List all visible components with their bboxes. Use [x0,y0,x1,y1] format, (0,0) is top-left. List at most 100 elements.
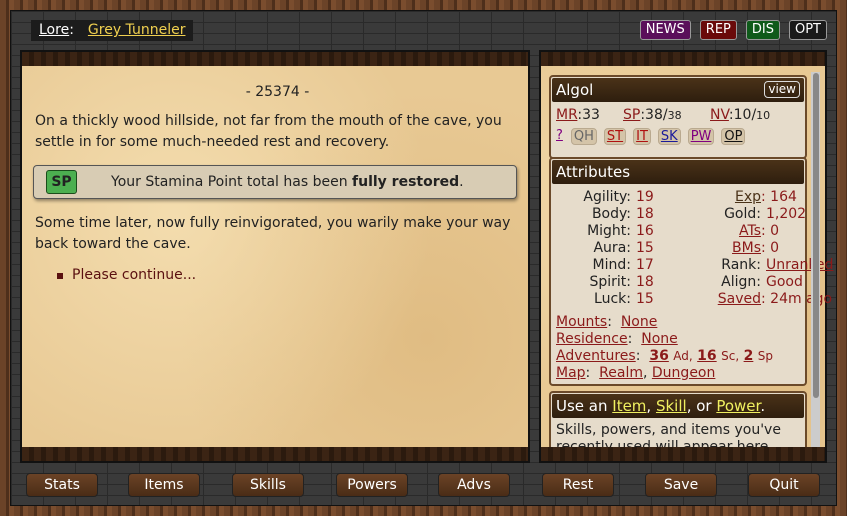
attr-value: 17 [636,257,654,273]
dis-button[interactable]: DIS [745,20,780,40]
nav-button-save[interactable]: Save [645,473,717,497]
lore-sep: : [69,22,74,38]
stat-label: Rank: [721,257,761,273]
wood-edge [22,447,528,461]
attr-value: 18 [636,206,654,222]
rep-button[interactable]: REP [699,20,737,40]
sc-label: Sc, [721,349,740,363]
stat-value[interactable]: Unranked [761,257,847,274]
story-paragraph: On a thickly wood hillside, not far from… [35,113,502,150]
scroll-thumb[interactable] [812,73,819,398]
scrollbar[interactable] [811,72,820,457]
ad-label: Ad, [673,349,693,363]
pw-button[interactable]: PW [687,128,715,145]
continue-label[interactable]: Please continue... [72,265,196,286]
lore-value[interactable]: Grey Tunneler [88,20,186,41]
character-name: Algol [556,81,594,99]
attr-value: 15 [636,240,654,256]
attr-value: 16 [636,223,654,239]
adventures-link[interactable]: Adventures [556,348,636,364]
attr-label: Might: [587,223,631,239]
opt-button[interactable]: OPT [788,20,827,40]
entry-number: - 25374 - [245,84,310,100]
stat-value: Good [766,274,803,290]
power-link[interactable]: Power [716,397,760,415]
adv-sp[interactable]: 2 [744,348,754,364]
stat-label: Gold: [724,206,761,222]
stat-label[interactable]: Exp [683,189,761,206]
nav-button-advs[interactable]: Advs [438,473,510,497]
notice-bold: fully restored [352,173,460,190]
map-link[interactable]: Map [556,365,586,381]
view-button[interactable]: view [764,81,800,98]
stat-label: Align: [721,274,761,290]
continue-link[interactable]: Please continue... [57,265,520,286]
notice-text: Your Stamina Point total has been [111,173,353,190]
nav-button-quit[interactable]: Quit [748,473,820,497]
mr-link[interactable]: MR [556,107,577,123]
mounts-link[interactable]: Mounts [556,314,607,330]
residence-value[interactable]: None [641,331,678,347]
nav-button-items[interactable]: Items [128,473,200,497]
sp-link[interactable]: SP [623,107,640,123]
character-panel: Algol view MR:33 SP:38/38 NV:10/10 ? QH S… [539,50,833,463]
nv-value: :10/ [728,107,757,123]
item-link[interactable]: Item [612,397,646,415]
realm-link[interactable]: Realm [599,365,643,381]
attributes-card: Attributes Agility: 19 Exp: 164 Body: 18 Gold… [549,157,833,386]
stat-label[interactable]: BMs [683,240,761,257]
nav-button-stats[interactable]: Stats [26,473,98,497]
dungeon-link[interactable]: Dungeon [652,365,715,381]
stat-value: : 0 [761,223,780,239]
attr-value: 18 [636,274,654,290]
stat-label[interactable]: ATs [683,223,761,240]
attr-label: Agility: [583,189,631,205]
lore-label[interactable]: Lore [39,22,69,38]
nav-button-rest[interactable]: Rest [542,473,614,497]
story-panel: - 25374 - On a thickly wood hillside, no… [20,50,530,463]
residence-link[interactable]: Residence [556,331,628,347]
attr-value: 15 [636,291,654,307]
nav-button-powers[interactable]: Powers [336,473,408,497]
sk-button[interactable]: SK [657,128,681,145]
stat-value: 1,202 [766,206,807,222]
notice-end: . [459,173,464,190]
st-button[interactable]: ST [603,128,627,145]
attributes-title: Attributes [552,160,804,184]
mr-value: :33 [577,107,600,123]
stat-value: : 164 [761,189,797,205]
skill-link[interactable]: Skill [656,397,687,415]
use-pre: Use an [556,397,613,415]
attr-label: Spirit: [589,274,631,290]
attributes-grid: Agility: 19 Exp: 164 Body: 18 Gold: 1,202 Might… [551,185,833,308]
sp-max: 38 [667,109,682,122]
lore-bar: Lore: Grey Tunneler [31,20,194,41]
top-buttons: NEWS REP DIS OPT [639,20,827,40]
adv-ad[interactable]: 36 [649,348,668,364]
attr-label: Aura: [593,240,631,256]
nav-button-skills[interactable]: Skills [232,473,304,497]
news-button[interactable]: NEWS [639,20,691,40]
use-or: , or [686,397,717,415]
mounts-value[interactable]: None [621,314,658,330]
help-link[interactable]: ? [556,128,563,145]
it-button[interactable]: IT [633,128,651,145]
sp-value: :38/ [640,107,668,123]
sp-badge: SP [46,170,77,194]
stat-label[interactable]: Saved [683,291,761,308]
story-paragraph-2: Some time later, now fully reinvigorated… [35,215,511,252]
attr-label: Body: [591,206,631,222]
wood-edge [22,52,528,66]
qh-button[interactable]: QH [570,128,597,145]
nv-max: 10 [756,109,771,122]
nv-link[interactable]: NV [710,107,729,123]
op-button[interactable]: OP [721,128,746,145]
attr-label: Mind: [592,257,631,273]
sp-notice: SP Your Stamina Point total has been ful… [33,165,517,199]
character-card: Algol view MR:33 SP:38/38 NV:10/10 ? QH S… [549,75,807,159]
attr-value: 19 [636,189,654,205]
attr-label: Luck: [594,291,631,307]
adv-sc[interactable]: 16 [697,348,716,364]
bullet-icon [57,272,63,279]
sp-label: Sp [757,349,774,363]
